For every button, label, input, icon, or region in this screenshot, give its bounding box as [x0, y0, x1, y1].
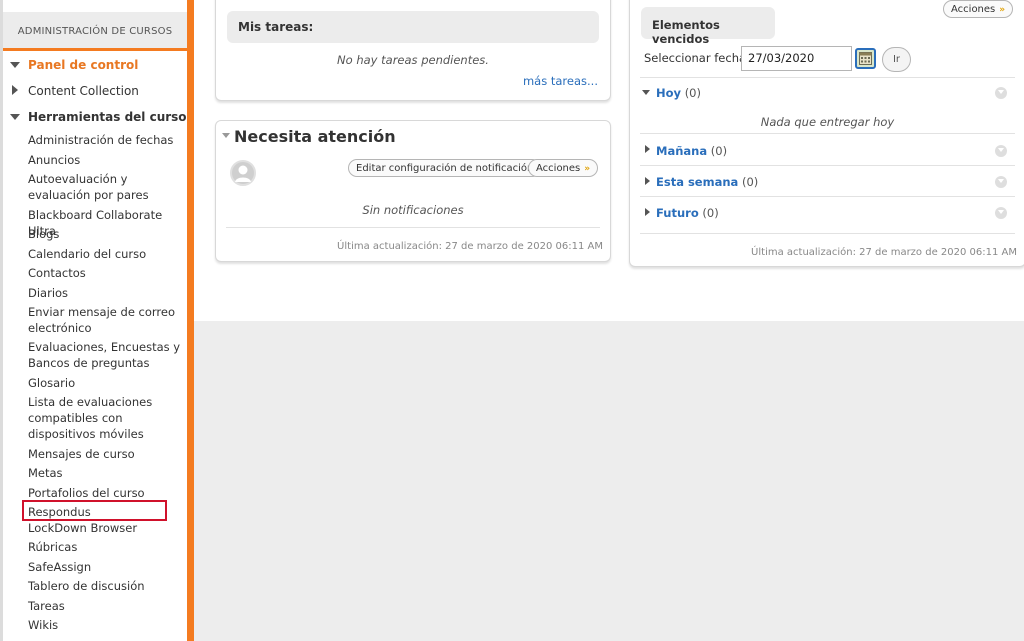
overdue-updated-text: Última actualización: 27 de marzo de 202… [751, 247, 1017, 258]
collapsed-arrow-icon[interactable] [645, 145, 650, 153]
user-icon [235, 165, 251, 182]
tasks-empty-text: No hay tareas pendientes. [337, 53, 489, 67]
tool-link[interactable]: Contactos [28, 265, 186, 281]
go-button[interactable]: Ir [882, 47, 911, 72]
tomorrow-count: (0) [710, 144, 728, 158]
tool-link[interactable]: Glosario [28, 375, 186, 391]
tool-link[interactable]: Mensajes de curso [28, 446, 186, 462]
sidebar-item-panel-de-control[interactable]: Panel de control [28, 58, 138, 72]
future-section[interactable]: Futuro (0) [656, 206, 719, 220]
calendar-picker-button[interactable] [855, 48, 876, 69]
attention-title: Necesita atención [234, 127, 396, 146]
collapse-circle-icon[interactable] [995, 87, 1007, 99]
divider [640, 196, 1015, 197]
today-label[interactable]: Hoy [656, 86, 681, 100]
tomorrow-label[interactable]: Mañana [656, 144, 707, 158]
future-label[interactable]: Futuro [656, 206, 699, 220]
tool-link[interactable]: Portafolios del curso [28, 485, 186, 501]
sidebar-item-herramientas[interactable]: Herramientas del curso [28, 110, 187, 124]
my-tasks-card: Mis tareas: No hay tareas pendientes. má… [215, 0, 611, 101]
highlight-annotation [22, 500, 167, 521]
edit-notification-settings-button[interactable]: Editar configuración de notificación [348, 159, 542, 177]
overdue-title-bar: Elementos vencidos [641, 7, 775, 46]
divider [640, 165, 1015, 166]
collapsed-arrow-icon[interactable] [645, 177, 650, 185]
collapse-circle-icon[interactable] [995, 207, 1007, 219]
collapsed-arrow-icon[interactable] [12, 85, 18, 95]
tomorrow-section[interactable]: Mañana (0) [656, 144, 727, 158]
collapse-circle-icon[interactable] [995, 176, 1007, 188]
divider [640, 77, 1015, 78]
attention-empty-text: Sin notificaciones [362, 203, 464, 217]
tool-link[interactable]: Evaluaciones, Encuestas y Bancos de preg… [28, 339, 186, 371]
collapse-circle-icon[interactable] [995, 145, 1007, 157]
tool-link[interactable]: Autoevaluación y evaluación por pares [28, 171, 186, 203]
tool-link[interactable]: Enviar mensaje de correo electrónico [28, 304, 186, 336]
actions-label: Acciones [951, 4, 996, 15]
tool-link[interactable]: Blogs [28, 226, 186, 242]
course-management-sidebar: ADMINISTRACIÓN DE CURSOS Panel de contro… [0, 0, 187, 641]
today-count: (0) [684, 86, 701, 100]
attention-updated-text: Última actualización: 27 de marzo de 202… [337, 241, 603, 252]
tool-link[interactable]: Tareas [28, 598, 186, 614]
tool-link[interactable]: Rúbricas [28, 539, 186, 555]
tool-link[interactable]: Wikis [28, 617, 186, 633]
today-section[interactable]: Hoy (0) [656, 86, 701, 100]
sidebar-edge [0, 0, 3, 641]
avatar [230, 160, 256, 186]
collapsed-arrow-icon[interactable] [645, 208, 650, 216]
tasks-title-bar: Mis tareas: [227, 11, 599, 43]
this-week-label[interactable]: Esta semana [656, 175, 738, 189]
overdue-items-card: Acciones» Elementos vencidos Seleccionar… [629, 0, 1024, 267]
tool-link[interactable]: Lista de evaluaciones compatibles con di… [28, 394, 186, 442]
calendar-icon [859, 52, 872, 65]
future-count: (0) [702, 206, 719, 220]
this-week-count: (0) [741, 175, 759, 189]
more-tasks-link[interactable]: más tareas... [523, 74, 598, 88]
divider [640, 233, 1015, 234]
tool-link[interactable]: Anuncios [28, 152, 186, 168]
tool-link[interactable]: Calendario del curso [28, 246, 186, 262]
needs-attention-card: Necesita atención Editar configuración d… [215, 120, 611, 262]
sidebar-item-content-collection[interactable]: Content Collection [28, 84, 139, 98]
expand-down-icon[interactable] [642, 90, 650, 95]
sidebar-accent-border [187, 0, 194, 641]
overdue-title: Elementos vencidos [652, 18, 720, 46]
tool-link[interactable]: Tablero de discusión [28, 578, 186, 594]
tasks-title: Mis tareas: [238, 20, 314, 34]
sidebar-header-divider [3, 48, 187, 51]
tool-link[interactable]: Diarios [28, 285, 186, 301]
overdue-actions-button[interactable]: Acciones» [943, 0, 1014, 18]
date-input[interactable]: 27/03/2020 [741, 46, 852, 71]
chevron-double-down-icon: » [584, 164, 591, 174]
tool-link[interactable]: Administración de fechas [28, 132, 186, 148]
today-empty-text: Nada que entregar hoy [760, 115, 895, 129]
actions-label: Acciones [536, 163, 581, 174]
collapse-icon[interactable] [222, 133, 230, 138]
attention-actions-button[interactable]: Acciones» [528, 159, 599, 177]
chevron-double-down-icon: » [999, 5, 1006, 15]
expand-down-icon[interactable] [10, 62, 20, 68]
tool-link[interactable]: Metas [28, 465, 186, 481]
expand-down-icon[interactable] [10, 114, 20, 120]
this-week-section[interactable]: Esta semana (0) [656, 175, 758, 189]
divider [226, 227, 600, 228]
divider [640, 133, 1015, 134]
tool-link[interactable]: SafeAssign [28, 559, 186, 575]
select-date-label: Seleccionar fecha: [644, 51, 750, 65]
sidebar-header: ADMINISTRACIÓN DE CURSOS [3, 12, 187, 48]
